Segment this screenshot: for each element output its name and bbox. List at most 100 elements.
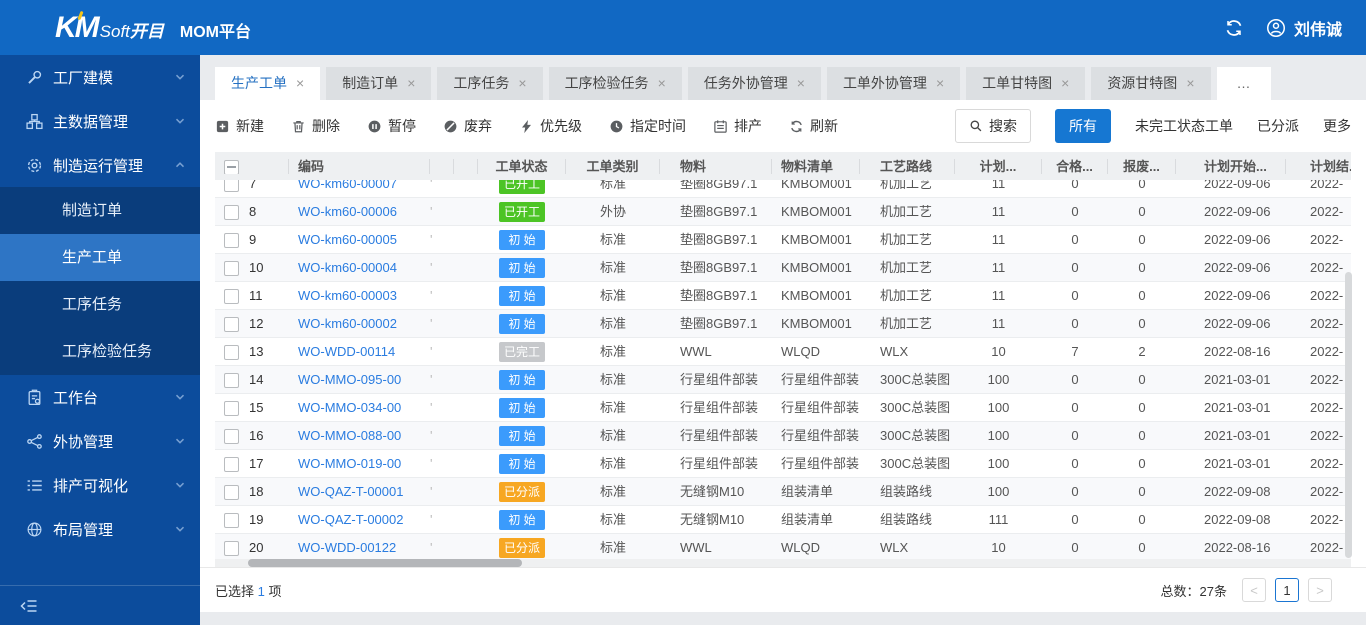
select-all-checkbox[interactable] bbox=[224, 159, 239, 174]
filter-more[interactable]: 更多 bbox=[1323, 116, 1351, 136]
row-checkbox[interactable] bbox=[224, 232, 239, 248]
refresh-icon[interactable] bbox=[1224, 18, 1244, 38]
table-row[interactable]: 13 WO-WDD-00114 ' 已完工 标准 WWL WLQD WLX 10… bbox=[215, 338, 1351, 366]
work-order-code-link[interactable]: WO-km60-00006 bbox=[298, 204, 397, 219]
horizontal-scrollbar-track[interactable] bbox=[215, 559, 1351, 567]
col-scrap-qty[interactable]: 报废... bbox=[1108, 158, 1176, 174]
prev-page-button[interactable]: < bbox=[1242, 578, 1266, 602]
specify-time-button[interactable]: 指定时间 bbox=[609, 116, 686, 136]
tab-manufacturing-order[interactable]: 制造订单 × bbox=[326, 67, 432, 100]
sidebar-item-workbench[interactable]: 工作台 bbox=[0, 375, 200, 419]
work-order-code-link[interactable]: WO-MMO-095-00 bbox=[298, 372, 401, 387]
work-order-code-link[interactable]: WO-QAZ-T-00001 bbox=[298, 484, 403, 499]
page-1-button[interactable]: 1 bbox=[1275, 578, 1299, 602]
work-order-code-link[interactable]: WO-MMO-034-00 bbox=[298, 400, 401, 415]
work-order-code-link[interactable]: WO-MMO-088-00 bbox=[298, 428, 401, 443]
filter-dispatched[interactable]: 已分派 bbox=[1257, 116, 1299, 136]
table-row[interactable]: 14 WO-MMO-095-00 ' 初 始 标准 行星组件部装 行星组件部装 … bbox=[215, 366, 1351, 394]
collapse-sidebar-icon[interactable] bbox=[20, 597, 38, 615]
work-order-code-link[interactable]: WO-km60-00003 bbox=[298, 288, 397, 303]
col-route[interactable]: 工艺路线 bbox=[860, 158, 955, 174]
tab-operation-inspection-task[interactable]: 工序检验任务 × bbox=[548, 67, 682, 100]
close-icon[interactable]: × bbox=[407, 67, 415, 100]
table-row[interactable]: 18 WO-QAZ-T-00001 ' 已分派 标准 无缝钢M10 组装清单 组… bbox=[215, 478, 1351, 506]
row-checkbox[interactable] bbox=[224, 260, 239, 276]
schedule-button[interactable]: 排产 bbox=[713, 116, 762, 136]
close-icon[interactable]: × bbox=[518, 67, 526, 100]
col-bom[interactable]: 物料清单 bbox=[772, 158, 860, 174]
new-button[interactable]: 新建 bbox=[215, 116, 264, 136]
close-icon[interactable]: × bbox=[296, 67, 304, 100]
work-order-code-link[interactable]: WO-WDD-00114 bbox=[298, 344, 395, 359]
table-row[interactable]: 12 WO-km60-00002 ' 初 始 标准 垫圈8GB97.1 KMBO… bbox=[215, 310, 1351, 338]
col-material[interactable]: 物料 bbox=[660, 158, 772, 174]
table-row[interactable]: 10 WO-km60-00004 ' 初 始 标准 垫圈8GB97.1 KMBO… bbox=[215, 254, 1351, 282]
row-checkbox[interactable] bbox=[224, 512, 239, 528]
close-icon[interactable]: × bbox=[797, 67, 805, 100]
row-checkbox[interactable] bbox=[224, 180, 239, 192]
table-row[interactable]: 16 WO-MMO-088-00 ' 初 始 标准 行星组件部装 行星组件部装 … bbox=[215, 422, 1351, 450]
work-order-code-link[interactable]: WO-QAZ-T-00002 bbox=[298, 512, 403, 527]
sidebar-item-scheduling-visualization[interactable]: 排产可视化 bbox=[0, 463, 200, 507]
sidebar-item-factory-modeling[interactable]: 工厂建模 bbox=[0, 55, 200, 99]
col-code[interactable]: 编码 bbox=[289, 158, 430, 174]
row-checkbox[interactable] bbox=[224, 428, 239, 444]
sidebar-item-operation-inspection-task[interactable]: 工序检验任务 bbox=[0, 328, 200, 375]
tab-workorder-outsourcing[interactable]: 工单外协管理 × bbox=[826, 67, 961, 100]
row-checkbox[interactable] bbox=[224, 288, 239, 304]
tab-production-work-order[interactable]: 生产工单 × bbox=[215, 67, 321, 100]
sidebar-item-operation-task[interactable]: 工序任务 bbox=[0, 281, 200, 328]
table-row[interactable]: 15 WO-MMO-034-00 ' 初 始 标准 行星组件部装 行星组件部装 … bbox=[215, 394, 1351, 422]
row-checkbox[interactable] bbox=[224, 316, 239, 332]
table-row[interactable]: 11 WO-km60-00003 ' 初 始 标准 垫圈8GB97.1 KMBO… bbox=[215, 282, 1351, 310]
tab-overflow-button[interactable]: … bbox=[1216, 67, 1271, 100]
row-checkbox[interactable] bbox=[224, 484, 239, 500]
tab-workorder-gantt[interactable]: 工单甘特图 × bbox=[966, 67, 1086, 100]
row-checkbox[interactable] bbox=[224, 372, 239, 388]
sidebar-item-production-work-order[interactable]: 生产工单 bbox=[0, 234, 200, 281]
row-checkbox[interactable] bbox=[224, 456, 239, 472]
table-row[interactable]: 8 WO-km60-00006 ' 已开工 外协 垫圈8GB97.1 KMBOM… bbox=[215, 198, 1351, 226]
row-checkbox[interactable] bbox=[224, 540, 239, 556]
sidebar-item-master-data[interactable]: 主数据管理 bbox=[0, 99, 200, 143]
tab-operation-task[interactable]: 工序任务 × bbox=[437, 67, 543, 100]
col-plan-end[interactable]: 计划结... bbox=[1286, 159, 1351, 174]
work-order-code-link[interactable]: WO-WDD-00122 bbox=[298, 540, 396, 555]
close-icon[interactable]: × bbox=[658, 67, 666, 100]
sidebar-item-layout-management[interactable]: 布局管理 bbox=[0, 507, 200, 551]
work-order-code-link[interactable]: WO-km60-00004 bbox=[298, 260, 397, 275]
table-row[interactable]: 19 WO-QAZ-T-00002 ' 初 始 标准 无缝钢M10 组装清单 组… bbox=[215, 506, 1351, 534]
table-row[interactable]: 20 WO-WDD-00122 ' 已分派 标准 WWL WLQD WLX 10… bbox=[215, 534, 1351, 559]
work-order-code-link[interactable]: WO-km60-00005 bbox=[298, 232, 397, 247]
tab-resource-gantt[interactable]: 资源甘特图 × bbox=[1091, 67, 1211, 100]
table-row[interactable]: 9 WO-km60-00005 ' 初 始 标准 垫圈8GB97.1 KMBOM… bbox=[215, 226, 1351, 254]
next-page-button[interactable]: > bbox=[1308, 578, 1332, 602]
work-order-code-link[interactable]: WO-MMO-019-00 bbox=[298, 456, 401, 471]
col-plan-qty[interactable]: 计划... bbox=[955, 158, 1042, 174]
filter-unfinished-workorders[interactable]: 未完工状态工单 bbox=[1135, 116, 1233, 136]
row-checkbox[interactable] bbox=[224, 344, 239, 360]
close-icon[interactable]: × bbox=[936, 67, 944, 100]
sidebar-item-manufacturing-ops[interactable]: 制造运行管理 bbox=[0, 143, 200, 187]
tab-task-outsourcing[interactable]: 任务外协管理 × bbox=[687, 67, 821, 100]
discard-button[interactable]: 废弃 bbox=[443, 116, 492, 136]
work-order-code-link[interactable]: WO-km60-00007 bbox=[298, 180, 397, 191]
col-plan-start[interactable]: 计划开始... bbox=[1176, 158, 1286, 174]
sidebar-item-manufacturing-order[interactable]: 制造订单 bbox=[0, 187, 200, 234]
priority-button[interactable]: 优先级 bbox=[519, 116, 582, 136]
close-icon[interactable]: × bbox=[1186, 67, 1194, 100]
pause-button[interactable]: 暂停 bbox=[367, 116, 416, 136]
row-checkbox[interactable] bbox=[224, 400, 239, 416]
filter-all-button[interactable]: 所有 bbox=[1055, 109, 1111, 143]
work-order-code-link[interactable]: WO-km60-00002 bbox=[298, 316, 397, 331]
search-button[interactable]: 搜索 bbox=[955, 109, 1031, 143]
vertical-scrollbar-thumb[interactable] bbox=[1345, 272, 1352, 558]
horizontal-scrollbar-thumb[interactable] bbox=[248, 559, 522, 567]
col-type[interactable]: 工单类别 bbox=[566, 158, 660, 174]
table-row[interactable]: 17 WO-MMO-019-00 ' 初 始 标准 行星组件部装 行星组件部装 … bbox=[215, 450, 1351, 478]
close-icon[interactable]: × bbox=[1061, 67, 1069, 100]
col-qualified-qty[interactable]: 合格... bbox=[1042, 158, 1108, 174]
sidebar-item-outsourcing[interactable]: 外协管理 bbox=[0, 419, 200, 463]
user-menu[interactable]: 刘伟诚 bbox=[1266, 16, 1342, 40]
table-row[interactable]: 7 WO-km60-00007 ' 已开工 标准 垫圈8GB97.1 KMBOM… bbox=[215, 180, 1351, 198]
